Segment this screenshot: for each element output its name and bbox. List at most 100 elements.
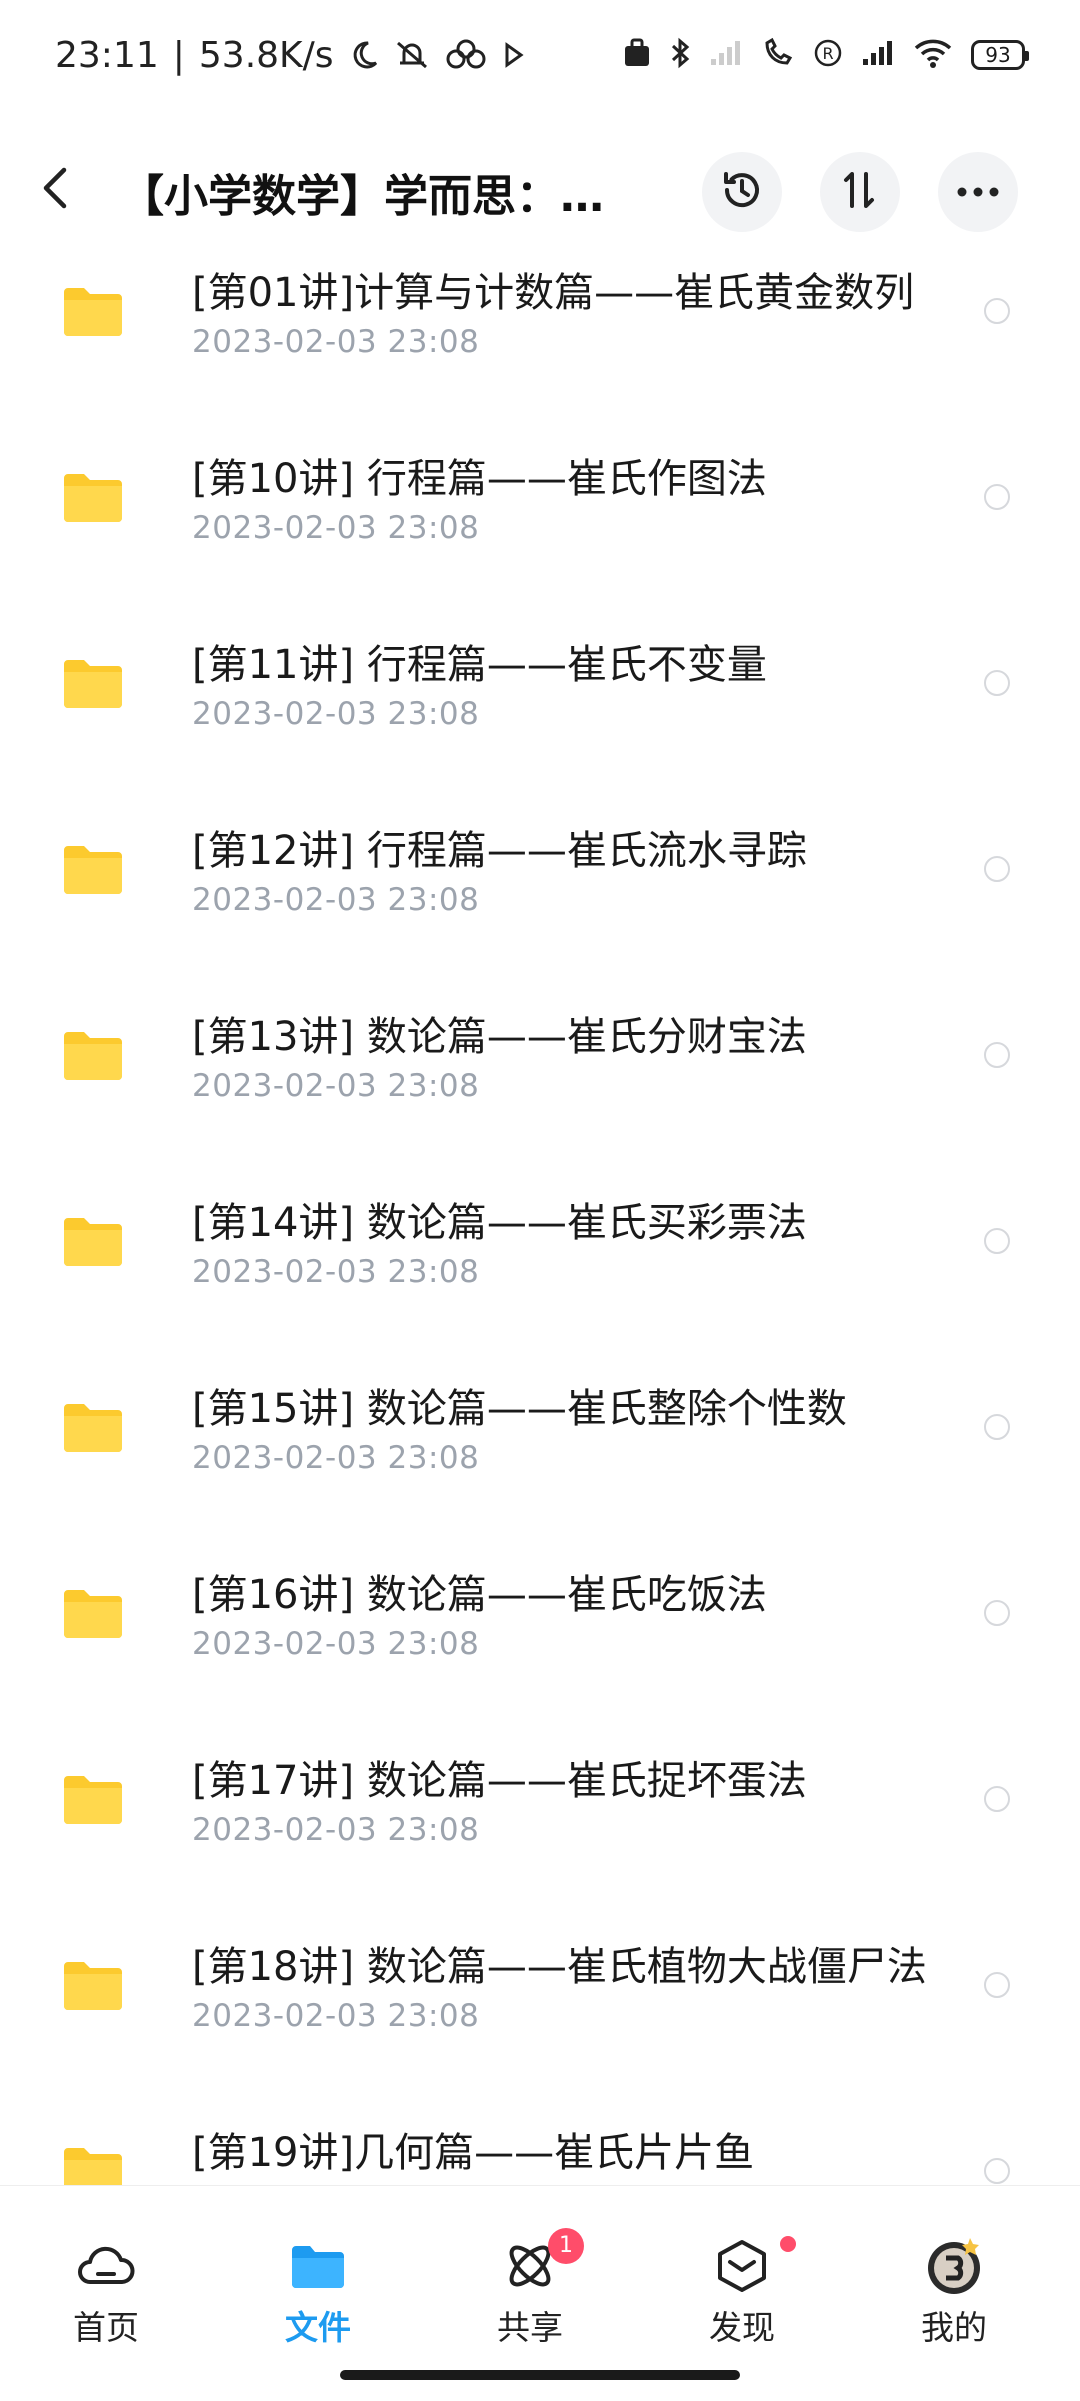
home-indicator: [340, 2370, 740, 2380]
file-name: [第11讲] 行程篇——崔氏不变量: [192, 642, 767, 688]
file-date: 2023-02-03 23:08: [192, 882, 480, 918]
nav-me-label: 我的: [921, 2308, 987, 2347]
file-name: [第16讲] 数论篇——崔氏吃饭法: [192, 1572, 767, 1618]
volte-call-icon: [761, 37, 795, 73]
file-row[interactable]: [第16讲] 数论篇——崔氏吃饭法 2023-02-03 23:08: [0, 1552, 1080, 1738]
select-radio[interactable]: [984, 1786, 1010, 1812]
file-date: 2023-02-03 23:08: [192, 1812, 480, 1848]
folder-icon: [62, 1588, 124, 1640]
file-name: [第01讲]计算与计数篇——崔氏黄金数列: [192, 270, 915, 316]
file-name: [第19讲]几何篇——崔氏片片鱼: [192, 2130, 755, 2176]
nav-discover[interactable]: 发现: [672, 2186, 812, 2347]
file-row[interactable]: [第18讲] 数论篇——崔氏植物大战僵尸法 2023-02-03 23:08: [0, 1924, 1080, 2110]
discover-dot: [780, 2236, 796, 2252]
file-date: 2023-02-03 23:08: [192, 1068, 480, 1104]
select-radio[interactable]: [984, 856, 1010, 882]
header: 【小学数学】学而思：崔...: [0, 110, 1080, 270]
battery-indicator: 93: [971, 40, 1029, 70]
folder-icon: [62, 658, 124, 710]
file-date: 2023-02-03 23:08: [192, 1440, 480, 1476]
folder-icon: [62, 286, 124, 338]
back-button[interactable]: [40, 152, 88, 228]
folder-icon: [62, 1216, 124, 1268]
nav-home-label: 首页: [73, 2308, 139, 2347]
select-radio[interactable]: [984, 2158, 1010, 2184]
file-row[interactable]: [第11讲] 行程篇——崔氏不变量 2023-02-03 23:08: [0, 622, 1080, 808]
file-row[interactable]: [第14讲] 数论篇——崔氏买彩票法 2023-02-03 23:08: [0, 1180, 1080, 1366]
nav-share[interactable]: 1 共享: [460, 2186, 600, 2347]
nav-files-label: 文件: [285, 2308, 351, 2347]
file-row[interactable]: [第17讲] 数论篇——崔氏捉坏蛋法 2023-02-03 23:08: [0, 1738, 1080, 1924]
avatar-icon: [924, 2236, 984, 2296]
history-icon: [719, 167, 765, 217]
bluetooth-icon: [669, 37, 691, 73]
more-icon: [956, 183, 1000, 202]
folder-icon: [62, 1774, 124, 1826]
moon-icon: [348, 39, 380, 71]
network-speed: 53.8K/s: [198, 34, 334, 76]
lock-bag-icon: [623, 38, 651, 72]
sort-icon: [840, 168, 880, 216]
page-title: 【小学数学】学而思：崔...: [120, 171, 640, 222]
more-button[interactable]: [938, 152, 1018, 232]
folder-icon: [62, 844, 124, 896]
status-time: 23:11: [55, 34, 159, 76]
link-icon: [444, 39, 488, 71]
nav-me[interactable]: 我的: [884, 2186, 1024, 2347]
bottom-nav: 首页 文件 1 共享 发现 我的: [0, 2185, 1080, 2401]
select-radio[interactable]: [984, 298, 1010, 324]
wifi-icon: [913, 37, 953, 73]
select-radio[interactable]: [984, 1414, 1010, 1440]
folder-icon: [62, 1402, 124, 1454]
cloud-icon: [76, 2236, 136, 2296]
nav-discover-label: 发现: [709, 2308, 775, 2347]
file-row[interactable]: [第19讲]几何篇——崔氏片片鱼2023-02-03 23:08: [0, 2110, 1080, 2185]
file-date: 2023-02-03 23:08: [192, 510, 480, 546]
file-name: [第14讲] 数论篇——崔氏买彩票法: [192, 1200, 807, 1246]
file-date: 2023-02-03 23:08: [192, 1626, 480, 1662]
battery-level: 93: [985, 43, 1011, 67]
history-button[interactable]: [702, 152, 782, 232]
status-bar: 23:11 | 53.8K/s R 93: [0, 0, 1080, 110]
file-name: [第15讲] 数论篇——崔氏整除个性数: [192, 1386, 847, 1432]
nav-files[interactable]: 文件: [248, 2186, 388, 2347]
folder-icon: [288, 2236, 348, 2296]
select-radio[interactable]: [984, 1972, 1010, 1998]
file-date: 2023-02-03 23:08: [192, 324, 480, 360]
folder-icon: [62, 1030, 124, 1082]
status-left: 23:11 | 53.8K/s: [55, 35, 526, 76]
folder-icon: [62, 2146, 124, 2185]
nav-home[interactable]: 首页: [36, 2186, 176, 2347]
sort-button[interactable]: [820, 152, 900, 232]
select-radio[interactable]: [984, 670, 1010, 696]
select-radio[interactable]: [984, 1228, 1010, 1254]
signal-weak-icon: [709, 39, 743, 71]
file-date: 2023-02-03 23:08: [192, 1254, 480, 1290]
file-row[interactable]: [第15讲] 数论篇——崔氏整除个性数 2023-02-03 23:08: [0, 1366, 1080, 1552]
svg-text:R: R: [822, 44, 833, 63]
status-right: R 93: [623, 37, 1029, 73]
select-radio[interactable]: [984, 1042, 1010, 1068]
nav-share-label: 共享: [497, 2308, 563, 2347]
file-name: [第18讲] 数论篇——崔氏植物大战僵尸法: [192, 1944, 927, 1990]
file-name: [第17讲] 数论篇——崔氏捉坏蛋法: [192, 1758, 807, 1804]
file-row[interactable]: [第10讲] 行程篇——崔氏作图法 2023-02-03 23:08: [0, 436, 1080, 622]
file-row[interactable]: [第12讲] 行程篇——崔氏流水寻踪 2023-02-03 23:08: [0, 808, 1080, 994]
play-icon: [502, 41, 526, 69]
file-date: 2023-02-03 23:08: [192, 1998, 480, 2034]
select-radio[interactable]: [984, 1600, 1010, 1626]
status-separator: |: [172, 34, 185, 76]
folder-icon: [62, 1960, 124, 2012]
folder-icon: [62, 472, 124, 524]
signal-icon: [861, 39, 895, 71]
file-list: [第01讲]计算与计数篇——崔氏黄金数列 2023-02-03 23:08 [第10…: [0, 250, 1080, 2185]
file-name: [第12讲] 行程篇——崔氏流水寻踪: [192, 828, 807, 874]
file-name: [第13讲] 数论篇——崔氏分财宝法: [192, 1014, 807, 1060]
file-name: [第10讲] 行程篇——崔氏作图法: [192, 456, 767, 502]
box-icon: [712, 2236, 772, 2296]
file-row[interactable]: [第01讲]计算与计数篇——崔氏黄金数列 2023-02-03 23:08: [0, 250, 1080, 436]
select-radio[interactable]: [984, 484, 1010, 510]
share-badge: 1: [548, 2228, 584, 2264]
roaming-icon: R: [813, 38, 843, 72]
file-row[interactable]: [第13讲] 数论篇——崔氏分财宝法 2023-02-03 23:08: [0, 994, 1080, 1180]
